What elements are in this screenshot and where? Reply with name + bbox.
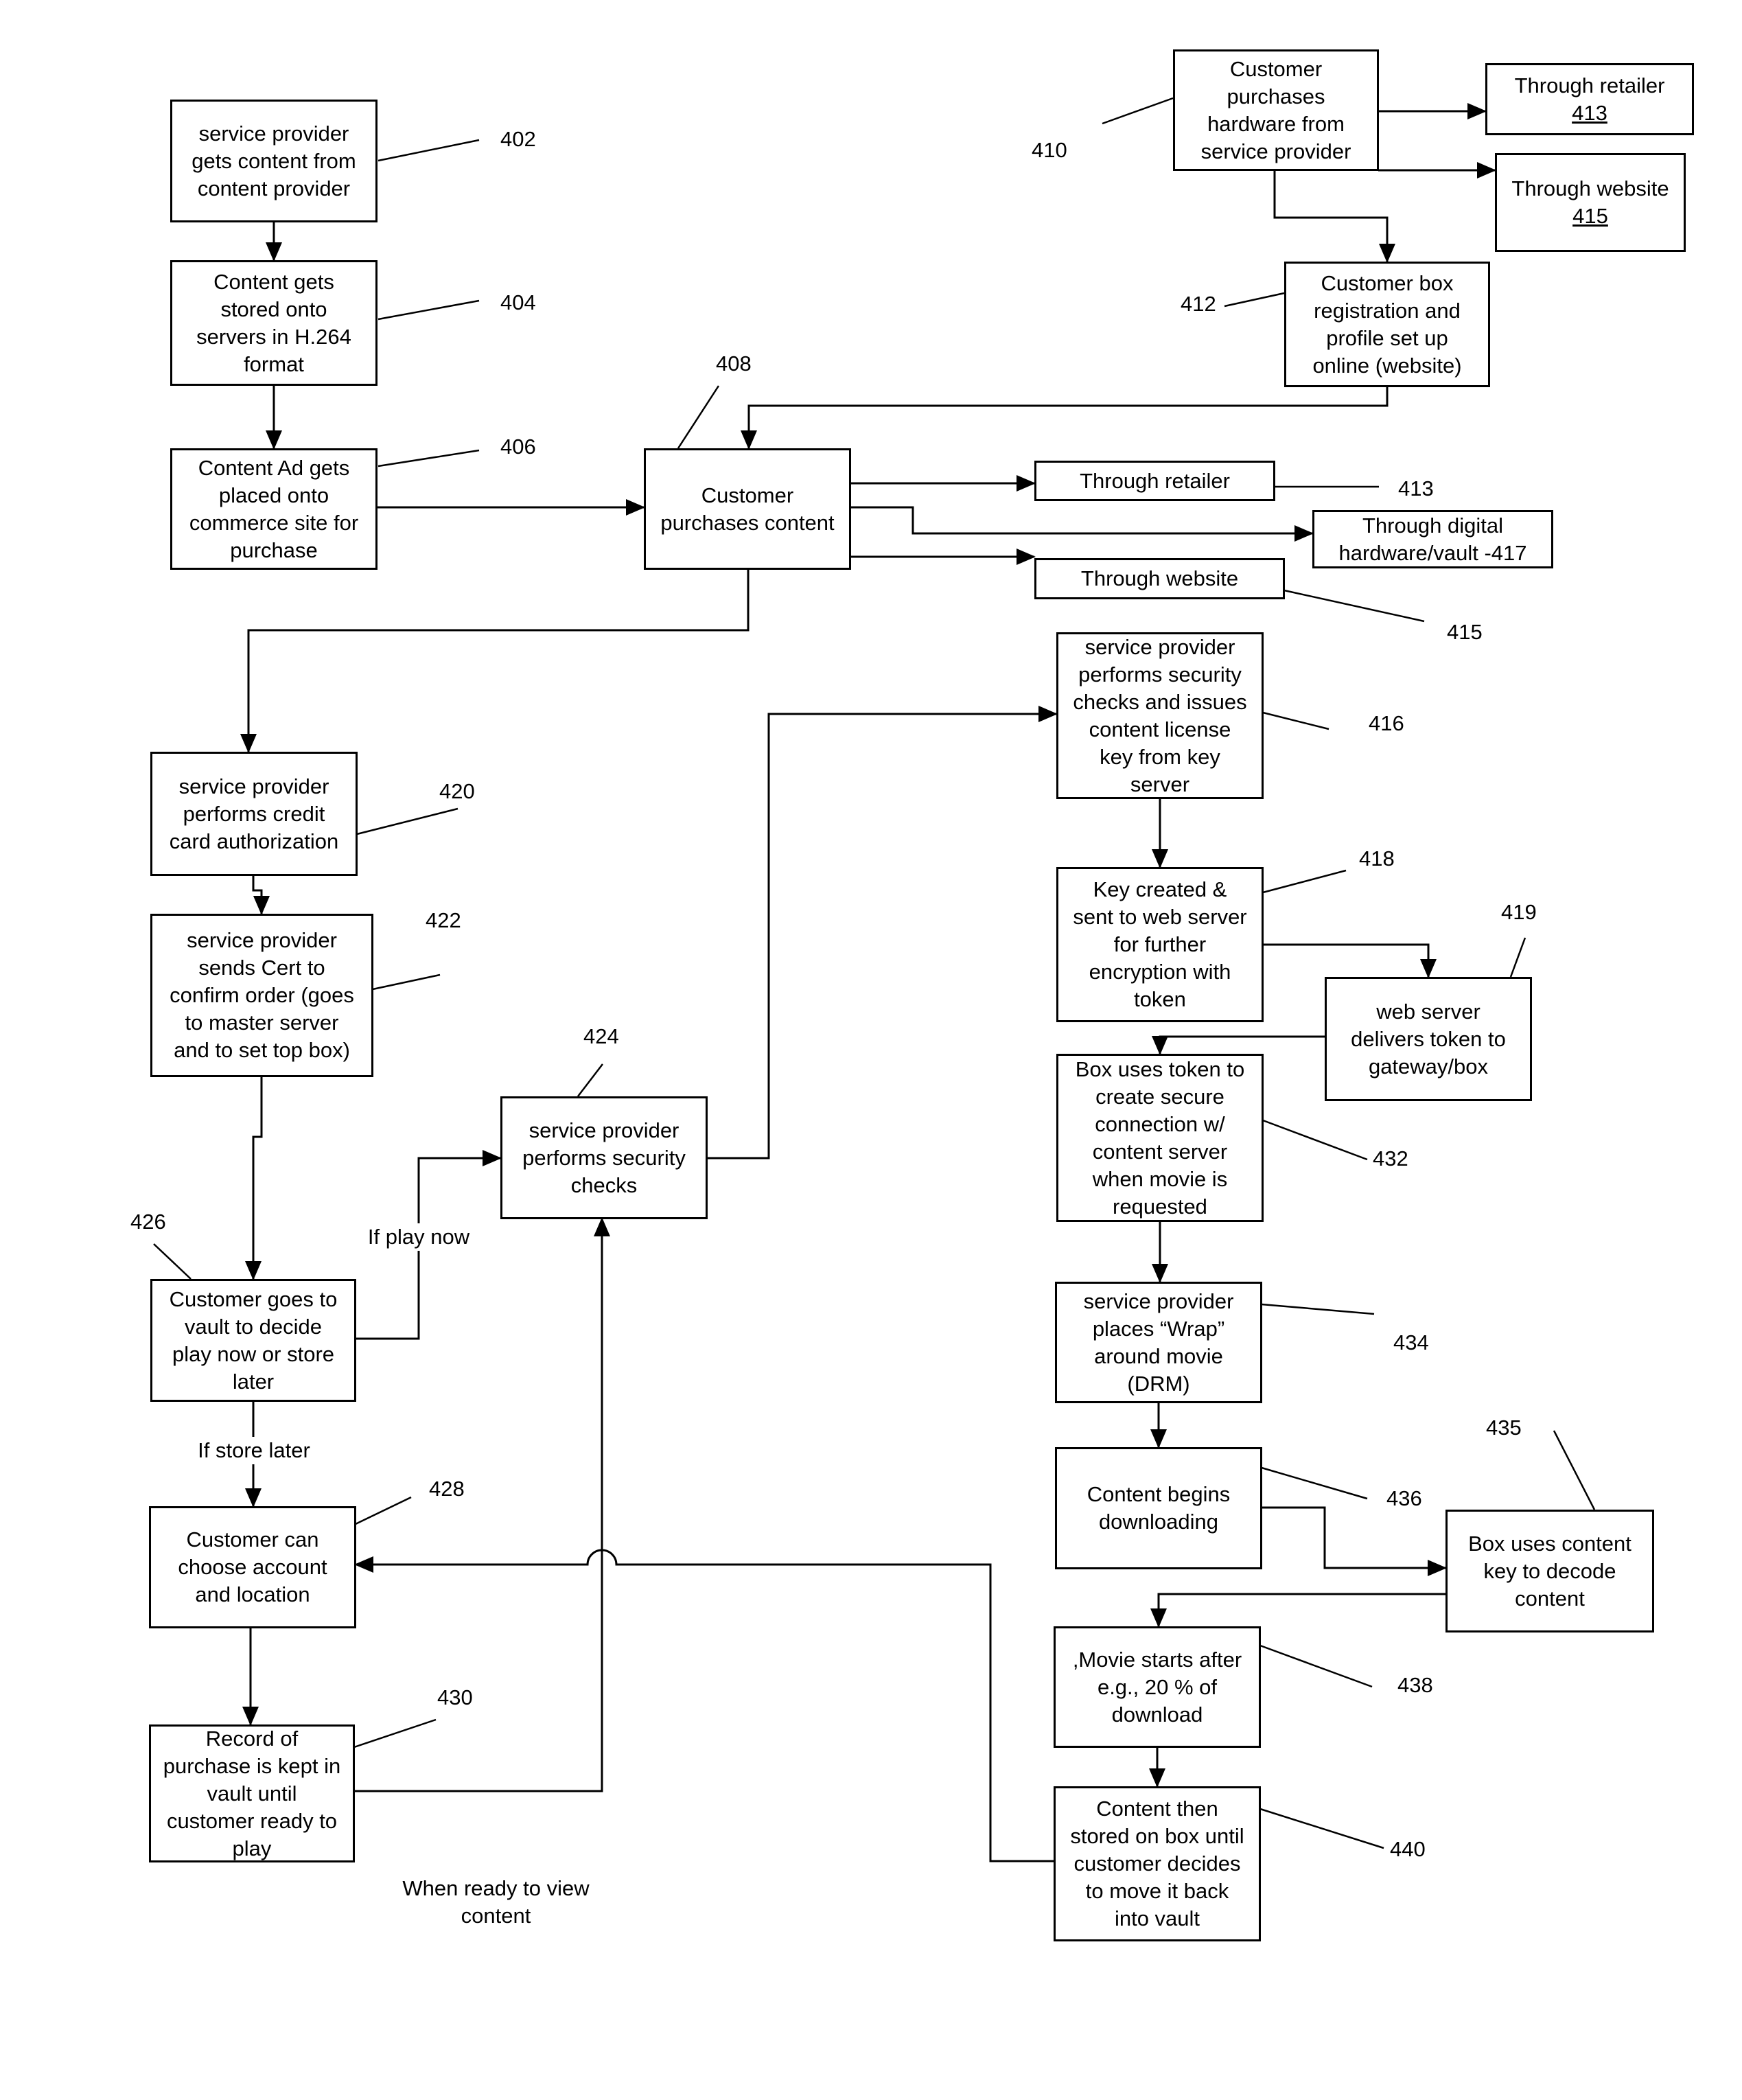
ref-424: 424	[583, 1024, 619, 1048]
edge-408-420	[240, 569, 750, 753]
ref-408: 408	[716, 351, 752, 376]
leader-402	[378, 139, 480, 162]
option-content-through-retailer: Through retailer	[1034, 461, 1275, 501]
step-422-send-cert: service provider sends Cert to confirm o…	[150, 914, 373, 1077]
step-416-issue-license-key: service provider performs security check…	[1056, 632, 1264, 799]
step-410-purchase-hardware: Customer purchases hardware from service…	[1173, 49, 1379, 171]
edge-419-432	[1152, 1035, 1325, 1055]
edge-410-412	[1273, 170, 1395, 263]
ref-412: 412	[1181, 292, 1216, 316]
leader-424	[577, 1063, 603, 1097]
step-430-record-kept: Record of purchase is kept in vault unti…	[149, 1724, 355, 1862]
step-432-secure-connection: Box uses token to create secure connecti…	[1056, 1054, 1264, 1222]
ref-440: 440	[1390, 1837, 1426, 1861]
leader-418	[1262, 869, 1347, 894]
leader-438	[1259, 1644, 1373, 1688]
leader-416	[1262, 711, 1329, 730]
edge-label-if-play-now: If play now	[360, 1223, 477, 1251]
ref-436: 436	[1386, 1486, 1422, 1510]
step-408-purchase-content: Customer purchases content	[644, 448, 851, 570]
ref-438: 438	[1397, 1673, 1433, 1697]
leader-408	[677, 385, 720, 449]
leader-422	[372, 973, 441, 991]
edge-430-424	[354, 1217, 610, 1792]
leader-406	[378, 449, 480, 468]
option-hardware-through-website: Through website 415	[1495, 153, 1686, 252]
ref-415: 415	[1447, 620, 1483, 644]
leader-426	[153, 1243, 191, 1280]
step-402-get-content: service provider gets content from conte…	[170, 100, 378, 222]
step-435-decode-content: Box uses content key to decode content	[1445, 1510, 1654, 1632]
option-ref: 415	[1572, 204, 1608, 228]
step-406-place-ad: Content Ad gets placed onto commerce sit…	[170, 448, 378, 570]
option-hardware-through-retailer: Through retailer 413	[1485, 63, 1694, 135]
step-404-store-content: Content gets stored onto servers in H.26…	[170, 260, 378, 386]
edge-422-426	[245, 1076, 263, 1280]
ref-419: 419	[1501, 900, 1537, 924]
leader-432	[1262, 1119, 1368, 1161]
edge-408-vault	[850, 506, 1314, 542]
leader-440	[1259, 1808, 1384, 1849]
leader-412	[1224, 292, 1285, 308]
ref-410: 410	[1032, 138, 1067, 162]
ref-428: 428	[429, 1477, 465, 1501]
option-label: Through website	[1511, 176, 1669, 200]
edge-435-438	[1150, 1593, 1445, 1628]
step-440-stored-on-box: Content then stored on box until custome…	[1054, 1786, 1261, 1941]
ref-426: 426	[130, 1210, 166, 1234]
ref-430: 430	[437, 1685, 473, 1709]
option-label: Through retailer	[1514, 73, 1665, 97]
leader-415-mid	[1284, 589, 1425, 623]
ref-406: 406	[500, 435, 536, 459]
edge-424-416	[707, 706, 1058, 1159]
edge-418-419	[1263, 943, 1437, 978]
step-434-drm-wrap: service provider places “Wrap” around mo…	[1055, 1282, 1262, 1403]
edge-436-435	[1262, 1506, 1447, 1576]
step-418-key-created: Key created & sent to web server for fur…	[1056, 867, 1264, 1022]
ref-435: 435	[1486, 1416, 1522, 1440]
step-412-box-registration: Customer box registration and profile se…	[1284, 262, 1490, 387]
edge-412-408	[741, 386, 1389, 450]
leader-410	[1102, 97, 1174, 125]
ref-418: 418	[1359, 846, 1395, 870]
edge-label-if-store-later: If store later	[182, 1437, 326, 1464]
flowchart-canvas: service provider gets content from conte…	[0, 0, 1742, 2100]
step-428-choose-account: Customer can choose account and location	[149, 1506, 356, 1628]
ref-432: 432	[1373, 1146, 1408, 1170]
ref-420: 420	[439, 779, 475, 803]
leader-420	[356, 807, 458, 835]
ref-416: 416	[1369, 711, 1404, 735]
step-436-content-downloading: Content begins downloading	[1055, 1447, 1262, 1569]
option-content-through-digital-vault: Through digital hardware/vault -417	[1312, 510, 1553, 568]
step-424-security-checks: service provider performs security check…	[500, 1096, 708, 1219]
leader-436	[1261, 1466, 1368, 1500]
ref-402: 402	[500, 127, 536, 151]
option-ref: 413	[1572, 100, 1607, 125]
step-426-vault-decision: Customer goes to vault to decide play no…	[150, 1279, 356, 1402]
leader-428	[355, 1496, 412, 1525]
step-438-movie-starts: ,Movie starts after e.g., 20 % of downlo…	[1054, 1626, 1261, 1748]
leader-419	[1509, 937, 1526, 978]
leader-435	[1553, 1430, 1596, 1510]
option-content-through-website: Through website	[1034, 558, 1285, 599]
leader-404	[378, 299, 480, 321]
leader-434	[1261, 1303, 1375, 1315]
edge-label-when-ready-to-view: When ready to view content	[402, 1876, 590, 1928]
ref-434: 434	[1393, 1330, 1429, 1354]
step-419-web-server-delivers-token: web server delivers token to gateway/box	[1325, 977, 1532, 1101]
ref-422: 422	[426, 908, 461, 932]
leader-430	[353, 1718, 437, 1749]
step-420-credit-authorization: service provider performs credit card au…	[150, 752, 358, 876]
ref-404: 404	[500, 290, 536, 314]
edge-420-422	[252, 875, 270, 915]
ref-413: 413	[1398, 476, 1434, 500]
